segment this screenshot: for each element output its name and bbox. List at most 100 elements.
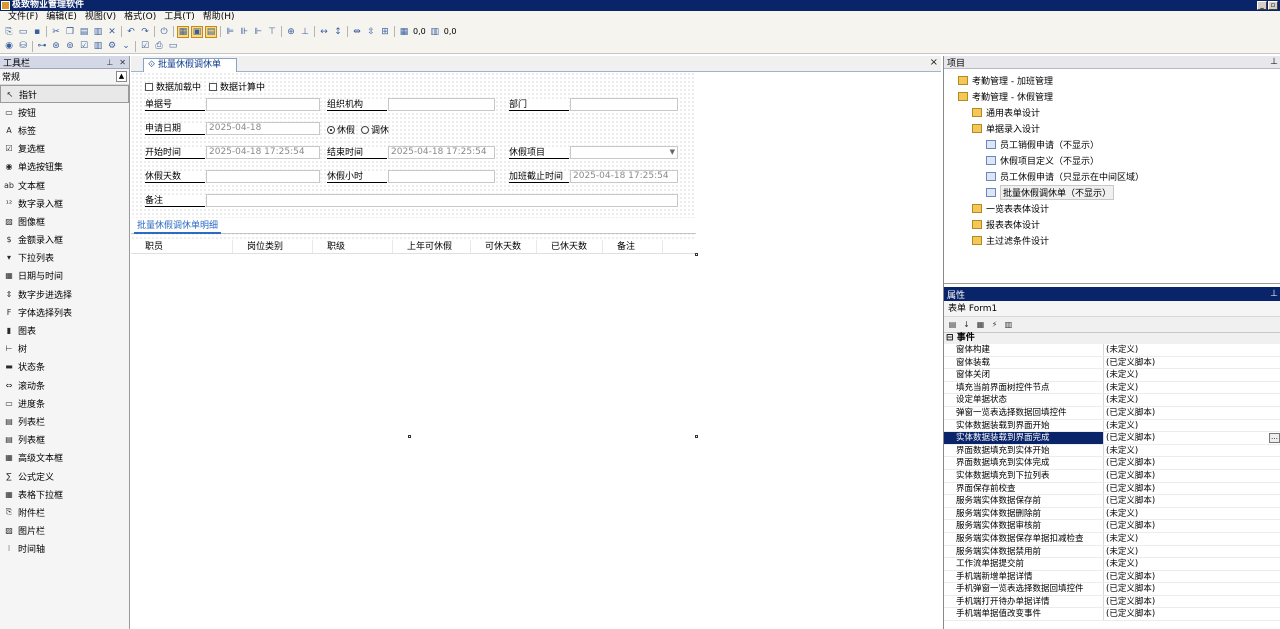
property-row[interactable]: 窗体关闭 (未定义) — [944, 369, 1280, 382]
grid-header-cell[interactable]: 备注 — [603, 240, 663, 253]
property-value[interactable]: (已定义脚本) — [1104, 483, 1280, 495]
property-row[interactable]: 界面保存前校查 (已定义脚本) — [944, 482, 1280, 496]
same-height-icon[interactable]: ↕ — [332, 26, 344, 38]
tags-icon[interactable]: ⊛ — [50, 40, 62, 52]
ellipsis-button[interactable]: … — [1269, 433, 1280, 444]
properties-object-select[interactable]: 表单 Form1 — [944, 301, 1280, 317]
tab-detail[interactable]: 批量休假调休单明细 — [134, 220, 222, 234]
undo-icon[interactable]: ↶ — [125, 26, 137, 38]
property-row[interactable]: 服务端实体数据保存前 (已定义脚本) — [944, 495, 1280, 508]
property-value[interactable]: (已定义脚本) — [1104, 583, 1280, 595]
loading-checkbox[interactable]: 数据加载中 — [145, 80, 201, 93]
property-row[interactable]: 弹窗一览表选择数据回填控件 (已定义脚本) — [944, 406, 1280, 420]
toolbox-item[interactable]: ▮ 图表 — [0, 321, 129, 339]
align-right-icon[interactable]: ⊩ — [252, 26, 264, 38]
paste-icon[interactable]: ▤ — [78, 26, 90, 38]
toolbox-item[interactable]: ab 文本框 — [0, 176, 129, 194]
menu-item[interactable]: 帮助(H) — [199, 11, 239, 24]
center-form-icon[interactable]: ⊞ — [379, 26, 391, 38]
restore-button[interactable]: ▫ — [1268, 1, 1278, 10]
delete-icon[interactable]: ✕ — [106, 26, 118, 38]
property-pages-icon[interactable]: ▥ — [1003, 319, 1014, 330]
end-time-field[interactable]: 2025-04-18 17:25:54 — [388, 146, 495, 159]
property-value[interactable]: (未定义) — [1104, 382, 1280, 394]
property-row[interactable]: 服务端实体数据审核前 (已定义脚本) — [944, 520, 1280, 533]
pin-icon[interactable]: ⊥ — [1270, 57, 1278, 67]
property-row[interactable]: 实体数据装载到界面开始 (未定义) — [944, 419, 1280, 433]
scroll-up-icon[interactable]: ▲ — [116, 71, 127, 82]
toolbox-item[interactable]: F 字体选择列表 — [0, 303, 129, 321]
run-icon[interactable]: ◉ — [3, 40, 15, 52]
property-value[interactable]: (已定义脚本) — [1104, 608, 1280, 620]
redo-icon[interactable]: ↷ — [139, 26, 151, 38]
cut-icon[interactable]: ✂ — [50, 26, 62, 38]
property-row[interactable]: 实体数据填充到下拉列表 (已定义脚本) — [944, 469, 1280, 483]
toolbox-item[interactable]: ⁝ 时间轴 — [0, 540, 129, 558]
grid-header-cell[interactable]: 已休天数 — [537, 240, 603, 253]
properties-icon[interactable]: ▦ — [975, 319, 986, 330]
toolbox-item[interactable]: A 标签 — [0, 121, 129, 139]
copy-icon[interactable]: ❐ — [64, 26, 76, 38]
toolbox-item[interactable]: ▦ 高级文本框 — [0, 449, 129, 467]
leave-hours-field[interactable] — [388, 170, 495, 183]
detail-grid-body[interactable] — [131, 254, 696, 434]
toolbox-item[interactable]: ⇕ 数字步进选择 — [0, 285, 129, 303]
property-row[interactable]: 填充当前界面树控件节点 (未定义) — [944, 381, 1280, 395]
size-icon[interactable]: ▥ — [429, 26, 441, 38]
align-left-icon[interactable]: ⊫ — [224, 26, 236, 38]
doc-no-field[interactable] — [206, 98, 320, 111]
hierarchy-icon[interactable]: ⊶ — [36, 40, 48, 52]
property-value[interactable]: (未定义) — [1104, 394, 1280, 406]
property-row[interactable]: 手机弹窗一览表选择数据回填控件 (已定义脚本) — [944, 583, 1280, 596]
position-icon[interactable]: ▦ — [398, 26, 410, 38]
toolbox-item[interactable]: ▤ 列表框 — [0, 431, 129, 449]
tree-node[interactable]: 主过滤条件设计 — [944, 232, 1280, 248]
property-row[interactable]: 工作流单据提交前 (未定义) — [944, 558, 1280, 571]
toolbox-item[interactable]: ▤ 列表栏 — [0, 412, 129, 430]
menu-item[interactable]: 视图(V) — [81, 11, 120, 24]
sort-az-icon[interactable]: ↓ — [961, 319, 972, 330]
property-row[interactable]: 设定单据状态 (未定义) — [944, 394, 1280, 407]
resize-handle[interactable] — [408, 435, 411, 438]
menu-item[interactable]: 文件(F) — [4, 11, 42, 24]
property-value[interactable]: (已定义脚本) — [1104, 457, 1280, 469]
tab-batch-leave[interactable]: ⟐ 批量休假调休单 — [143, 58, 237, 72]
dept-field[interactable] — [570, 98, 678, 111]
resize-handle[interactable] — [695, 435, 698, 438]
menu-item[interactable]: 编辑(E) — [42, 11, 81, 24]
property-value[interactable]: (已定义脚本) — [1104, 495, 1280, 507]
toolbox-item[interactable]: ▭ 按钮 — [0, 103, 129, 121]
image-icon[interactable]: ▭ — [167, 40, 179, 52]
tree-node[interactable]: 单据录入设计 — [944, 120, 1280, 136]
grid-header-cell[interactable]: 岗位类别 — [233, 240, 313, 253]
menu-item[interactable]: 工具(T) — [160, 11, 199, 24]
toolbox-item[interactable]: ▭ 进度条 — [0, 394, 129, 412]
remark-field[interactable] — [206, 194, 678, 207]
open-icon[interactable]: ▭ — [17, 26, 29, 38]
align-bottom-icon[interactable]: ⊥ — [299, 26, 311, 38]
hspace-icon[interactable]: ⇹ — [351, 26, 363, 38]
align-middle-icon[interactable]: ⊕ — [285, 26, 297, 38]
property-value[interactable]: (已定义脚本) — [1104, 470, 1280, 482]
menu-item[interactable]: 格式(O) — [120, 11, 160, 24]
radio-leave[interactable]: 休假 — [327, 123, 355, 136]
toolbox-item[interactable]: ⇔ 滚动条 — [0, 376, 129, 394]
close-document-icon[interactable]: × — [930, 57, 938, 68]
tree-node[interactable]: 报表表体设计 — [944, 216, 1280, 232]
dropdown-icon[interactable]: ⌄ — [120, 40, 132, 52]
tree-node[interactable]: 考勤管理 - 休假管理 — [944, 88, 1280, 104]
property-row[interactable]: 实体数据装载到界面完成 (已定义脚本)… — [944, 432, 1280, 445]
toolbox-category[interactable]: 常规 ▲ — [0, 69, 129, 85]
grid-header-cell[interactable]: 可休天数 — [471, 240, 537, 253]
property-row[interactable]: 界面数据填充到实体完成 (已定义脚本) — [944, 457, 1280, 470]
property-row[interactable]: 窗体构建 (未定义) — [944, 344, 1280, 357]
tree-node[interactable]: 员工销假申请（不显示） — [944, 136, 1280, 152]
property-value[interactable]: (已定义脚本) — [1104, 596, 1280, 608]
tree-node[interactable]: 员工休假申请（只显示在中间区域） — [944, 168, 1280, 184]
grid-header-cell[interactable]: 上年可休假 — [393, 240, 471, 253]
calculating-checkbox[interactable]: 数据计算中 — [209, 80, 265, 93]
toolbox-item[interactable]: ▨ 图像框 — [0, 212, 129, 230]
grid-header-cell[interactable]: 职级 — [313, 240, 393, 253]
property-row[interactable]: 界面数据填充到实体开始 (未定义) — [944, 444, 1280, 458]
tree-node[interactable]: 一览表表体设计 — [944, 200, 1280, 216]
